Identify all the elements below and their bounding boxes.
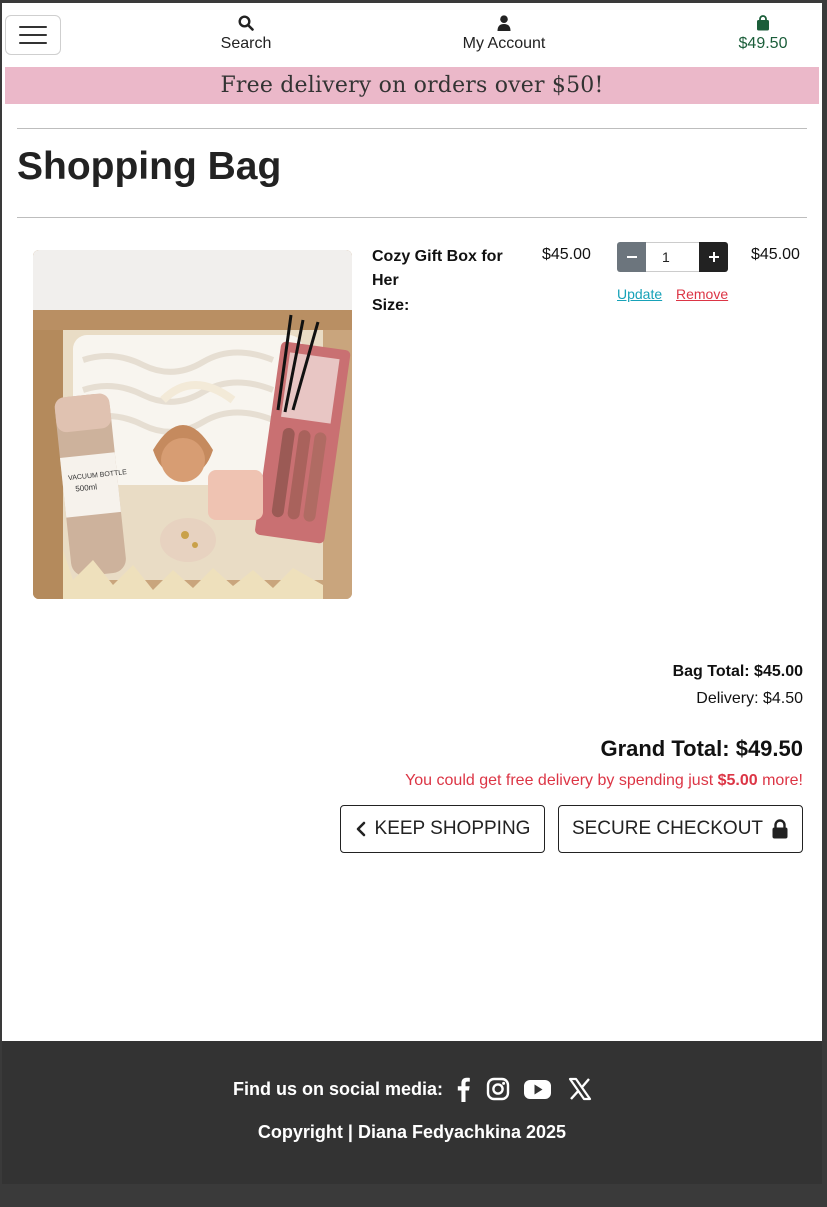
plus-icon xyxy=(708,252,719,262)
increment-qty-button[interactable] xyxy=(699,242,728,272)
keep-shopping-button[interactable]: KEEP SHOPPING xyxy=(340,805,545,853)
facebook-icon[interactable] xyxy=(455,1076,471,1102)
secure-checkout-button[interactable]: SECURE CHECKOUT xyxy=(558,805,803,853)
gift-box-illustration: VACUUM BOTTLE 500ml xyxy=(33,250,352,599)
line-subtotal: $45.00 xyxy=(751,246,800,263)
remove-link[interactable]: Remove xyxy=(676,286,728,302)
minus-icon xyxy=(626,256,637,258)
promo-text: Free delivery on orders over $50! xyxy=(220,73,604,98)
promo-banner: Free delivery on orders over $50! xyxy=(5,67,819,104)
instagram-icon[interactable] xyxy=(486,1076,510,1102)
shopping-bag-icon xyxy=(757,15,769,31)
update-link[interactable]: Update xyxy=(617,286,662,302)
free-delivery-amount: $5.00 xyxy=(717,772,758,789)
product-image: VACUUM BOTTLE 500ml xyxy=(33,250,352,599)
hamburger-line xyxy=(19,42,47,44)
lock-icon xyxy=(772,819,788,839)
divider xyxy=(17,217,807,218)
social-label: Find us on social media: xyxy=(233,1079,444,1099)
page-title: Shopping Bag xyxy=(17,145,282,188)
nav-account-label: My Account xyxy=(462,35,546,52)
nav-bag-link[interactable]: $49.50 xyxy=(730,15,796,53)
nav-search-link[interactable]: Search xyxy=(208,15,284,53)
decrement-qty-button[interactable] xyxy=(617,242,646,272)
divider xyxy=(17,128,807,129)
product-size-label: Size: xyxy=(372,297,410,314)
product-name[interactable]: Cozy Gift Box for Her xyxy=(372,245,522,293)
free-delivery-notice: You could get free delivery by spending … xyxy=(405,772,803,790)
nav-search-label: Search xyxy=(220,35,272,52)
nav-account-link[interactable]: My Account xyxy=(454,15,554,53)
free-delivery-prefix: You could get free delivery by spending … xyxy=(405,772,714,789)
x-icon[interactable] xyxy=(568,1076,592,1102)
secure-checkout-label: SECURE CHECKOUT xyxy=(571,818,764,839)
top-nav: Search My Account $49.50 xyxy=(2,3,822,67)
search-icon xyxy=(238,15,254,31)
menu-toggle-button[interactable] xyxy=(5,15,61,55)
hamburger-line xyxy=(19,34,47,36)
keep-shopping-label: KEEP SHOPPING xyxy=(374,818,531,839)
hamburger-line xyxy=(19,26,47,28)
footer: Find us on social media: Copyright | Dia… xyxy=(2,1041,822,1184)
user-icon xyxy=(497,15,511,31)
grand-total: Grand Total: $49.50 xyxy=(600,736,803,761)
free-delivery-suffix: more! xyxy=(762,772,803,789)
page: Search My Account $49.50 Free delivery o… xyxy=(2,3,822,1184)
chevron-left-icon xyxy=(356,821,365,837)
quantity-input[interactable] xyxy=(646,242,699,272)
delivery-cost: Delivery: $4.50 xyxy=(696,690,803,707)
bag-total: Bag Total: $45.00 xyxy=(672,663,803,680)
product-price: $45.00 xyxy=(542,246,591,263)
nav-bag-total: $49.50 xyxy=(738,35,788,52)
copyright-text: Copyright | Diana Fedyachkina 2025 xyxy=(257,1122,567,1142)
youtube-icon[interactable] xyxy=(523,1076,552,1102)
